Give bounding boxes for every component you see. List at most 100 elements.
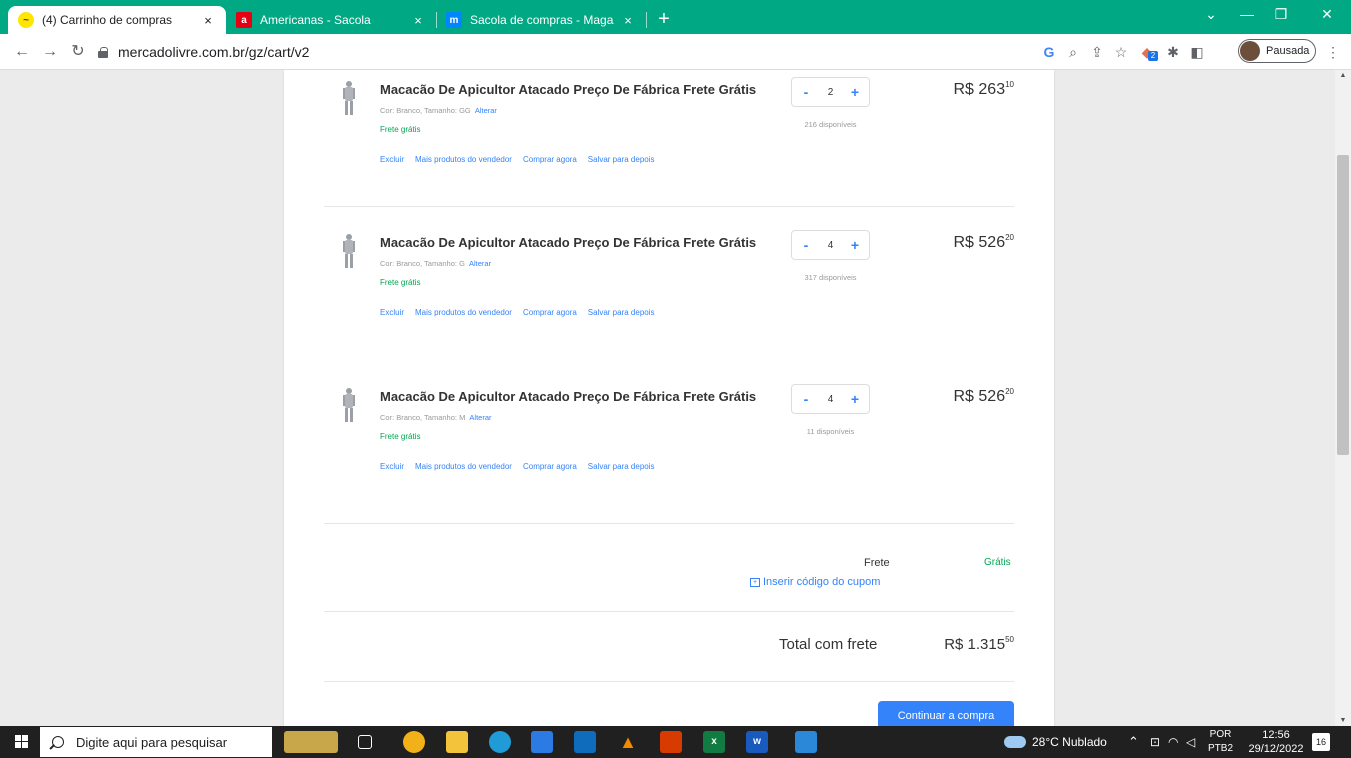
continue-purchase-button[interactable]: Continuar a compra [878, 701, 1014, 726]
profile-button[interactable]: Pausada [1238, 39, 1316, 63]
mail-icon[interactable] [574, 731, 596, 753]
file-explorer-icon[interactable] [446, 731, 468, 753]
cart-item: Macacão De Apicultor Atacado Preço De Fá… [324, 223, 1014, 373]
close-tab-icon[interactable]: × [410, 13, 426, 28]
extensions-puzzle-icon[interactable]: ✱ [1164, 43, 1182, 61]
cart-item: Macacão De Apicultor Atacado Preço De Fá… [324, 70, 1014, 220]
store-icon[interactable] [531, 731, 553, 753]
tray-chevron-icon[interactable]: ⌃ [1128, 726, 1139, 758]
address-bar[interactable]: mercadolivre.com.br/gz/cart/v2 [98, 39, 1048, 65]
cloud-icon [1004, 736, 1026, 748]
notifications-icon[interactable]: 16 [1312, 733, 1330, 751]
quantity-value[interactable]: 2 [828, 87, 834, 98]
quantity-stepper: - 4 + [791, 384, 870, 414]
clock-date: 29/12/2022 [1248, 743, 1304, 755]
product-title[interactable]: Macacão De Apicultor Atacado Preço De Fá… [380, 389, 756, 404]
scroll-up-icon[interactable]: ▲ [1335, 72, 1351, 79]
tab-carrinho[interactable]: ~ (4) Carrinho de compras × [8, 6, 226, 34]
share-icon[interactable]: ⇪ [1088, 43, 1106, 61]
language-indicator[interactable]: POR PTB2 [1208, 728, 1233, 756]
side-panel-icon[interactable]: ◧ [1188, 43, 1206, 61]
scrollbar-thumb[interactable] [1337, 155, 1349, 455]
new-tab-button[interactable]: + [652, 8, 676, 30]
chrome-icon[interactable] [403, 731, 425, 753]
save-for-later-link[interactable]: Salvar para depois [588, 155, 655, 164]
forward-icon[interactable]: → [38, 40, 62, 64]
page-scrollbar[interactable]: ▲ ▼ [1335, 70, 1351, 726]
increase-quantity-button[interactable]: + [849, 84, 861, 100]
buy-now-link[interactable]: Comprar agora [523, 155, 577, 164]
decrease-quantity-button[interactable]: - [800, 237, 812, 253]
back-icon[interactable]: ← [10, 40, 34, 64]
menu-kebab-icon[interactable]: ⋮ [1324, 43, 1342, 61]
wifi-icon[interactable]: ◠ [1168, 726, 1178, 758]
buy-now-link[interactable]: Comprar agora [523, 462, 577, 471]
product-title[interactable]: Macacão De Apicultor Atacado Preço De Fá… [380, 235, 756, 250]
stock-available: 11 disponíveis [806, 427, 855, 436]
product-title[interactable]: Macacão De Apicultor Atacado Preço De Fá… [380, 82, 756, 97]
item-actions: Excluir Mais produtos do vendedor Compra… [380, 308, 655, 317]
bookmark-star-icon[interactable]: ☆ [1112, 43, 1130, 61]
tab-search-icon[interactable]: ⌄ [1196, 6, 1226, 23]
save-for-later-link[interactable]: Salvar para depois [588, 462, 655, 471]
increase-quantity-button[interactable]: + [849, 237, 861, 253]
volume-icon[interactable]: ◁ [1186, 726, 1195, 758]
windows-start-icon[interactable] [15, 735, 29, 749]
clock-time: 12:56 [1262, 729, 1290, 741]
tab-magalu[interactable]: m Sacola de compras - Magazine Lu × [436, 6, 646, 34]
lock-icon[interactable] [98, 46, 108, 58]
summary-divider [324, 611, 1014, 612]
photos-icon[interactable] [795, 731, 817, 753]
excel-icon[interactable]: x [703, 731, 725, 753]
tab-strip: ~ (4) Carrinho de compras × a Americanas… [0, 0, 1351, 34]
increase-quantity-button[interactable]: + [849, 391, 861, 407]
total-label: Total com frete [779, 636, 878, 653]
product-thumbnail[interactable] [342, 80, 356, 116]
product-thumbnail[interactable] [342, 233, 356, 269]
change-variant-link[interactable]: Alterar [469, 413, 491, 422]
weather-widget[interactable]: 28°C Nublado [1004, 726, 1107, 758]
price-main: R$ 526 [953, 234, 1006, 251]
decrease-quantity-button[interactable]: - [800, 391, 812, 407]
item-price: R$ 52620 [954, 233, 1015, 252]
delete-link[interactable]: Excluir [380, 308, 404, 317]
reload-icon[interactable]: ↻ [66, 40, 90, 64]
buy-now-link[interactable]: Comprar agora [523, 308, 577, 317]
zoom-icon[interactable]: ⌕ [1064, 43, 1082, 61]
change-variant-link[interactable]: Alterar [475, 106, 497, 115]
delete-link[interactable]: Excluir [380, 462, 404, 471]
taskbar-clock[interactable]: 12:56 29/12/2022 [1236, 728, 1316, 756]
close-tab-icon[interactable]: × [200, 13, 216, 28]
cart-card: Macacão De Apicultor Atacado Preço De Fá… [284, 70, 1054, 726]
edge-icon[interactable] [489, 731, 511, 753]
task-view-icon[interactable] [358, 735, 372, 749]
close-window-icon[interactable]: ✕ [1312, 6, 1342, 23]
save-for-later-link[interactable]: Salvar para depois [588, 308, 655, 317]
product-thumbnail[interactable] [342, 387, 356, 423]
network-icon[interactable]: ⊡ [1150, 726, 1160, 758]
tab-title: Americanas - Sacola [260, 13, 371, 27]
office-icon[interactable] [660, 731, 682, 753]
news-widget-icon[interactable] [284, 731, 338, 753]
google-lens-icon[interactable]: G [1040, 43, 1058, 61]
taskbar-search-box[interactable]: Digite aqui para pesquisar [40, 727, 272, 757]
decrease-quantity-button[interactable]: - [800, 84, 812, 100]
scroll-down-icon[interactable]: ▼ [1335, 717, 1351, 724]
more-seller-products-link[interactable]: Mais produtos do vendedor [415, 462, 512, 471]
minimize-icon[interactable]: — [1232, 6, 1262, 22]
coupon-link[interactable]: + Inserir código do cupom [750, 576, 880, 588]
change-variant-link[interactable]: Alterar [469, 259, 491, 268]
quantity-value[interactable]: 4 [828, 240, 834, 251]
word-icon[interactable]: w [746, 731, 768, 753]
more-seller-products-link[interactable]: Mais produtos do vendedor [415, 155, 512, 164]
close-tab-icon[interactable]: × [620, 13, 636, 28]
restore-icon[interactable]: ❐ [1266, 6, 1296, 23]
quantity-value[interactable]: 4 [828, 394, 834, 405]
item-price: R$ 52620 [954, 387, 1015, 406]
more-seller-products-link[interactable]: Mais produtos do vendedor [415, 308, 512, 317]
price-cents: 10 [1005, 80, 1014, 89]
delete-link[interactable]: Excluir [380, 155, 404, 164]
tab-americanas[interactable]: a Americanas - Sacola × [226, 6, 436, 34]
product-variant: Cor: Branco, Tamanho: G Alterar [380, 259, 491, 268]
vlc-icon[interactable]: ▲ [617, 731, 639, 753]
